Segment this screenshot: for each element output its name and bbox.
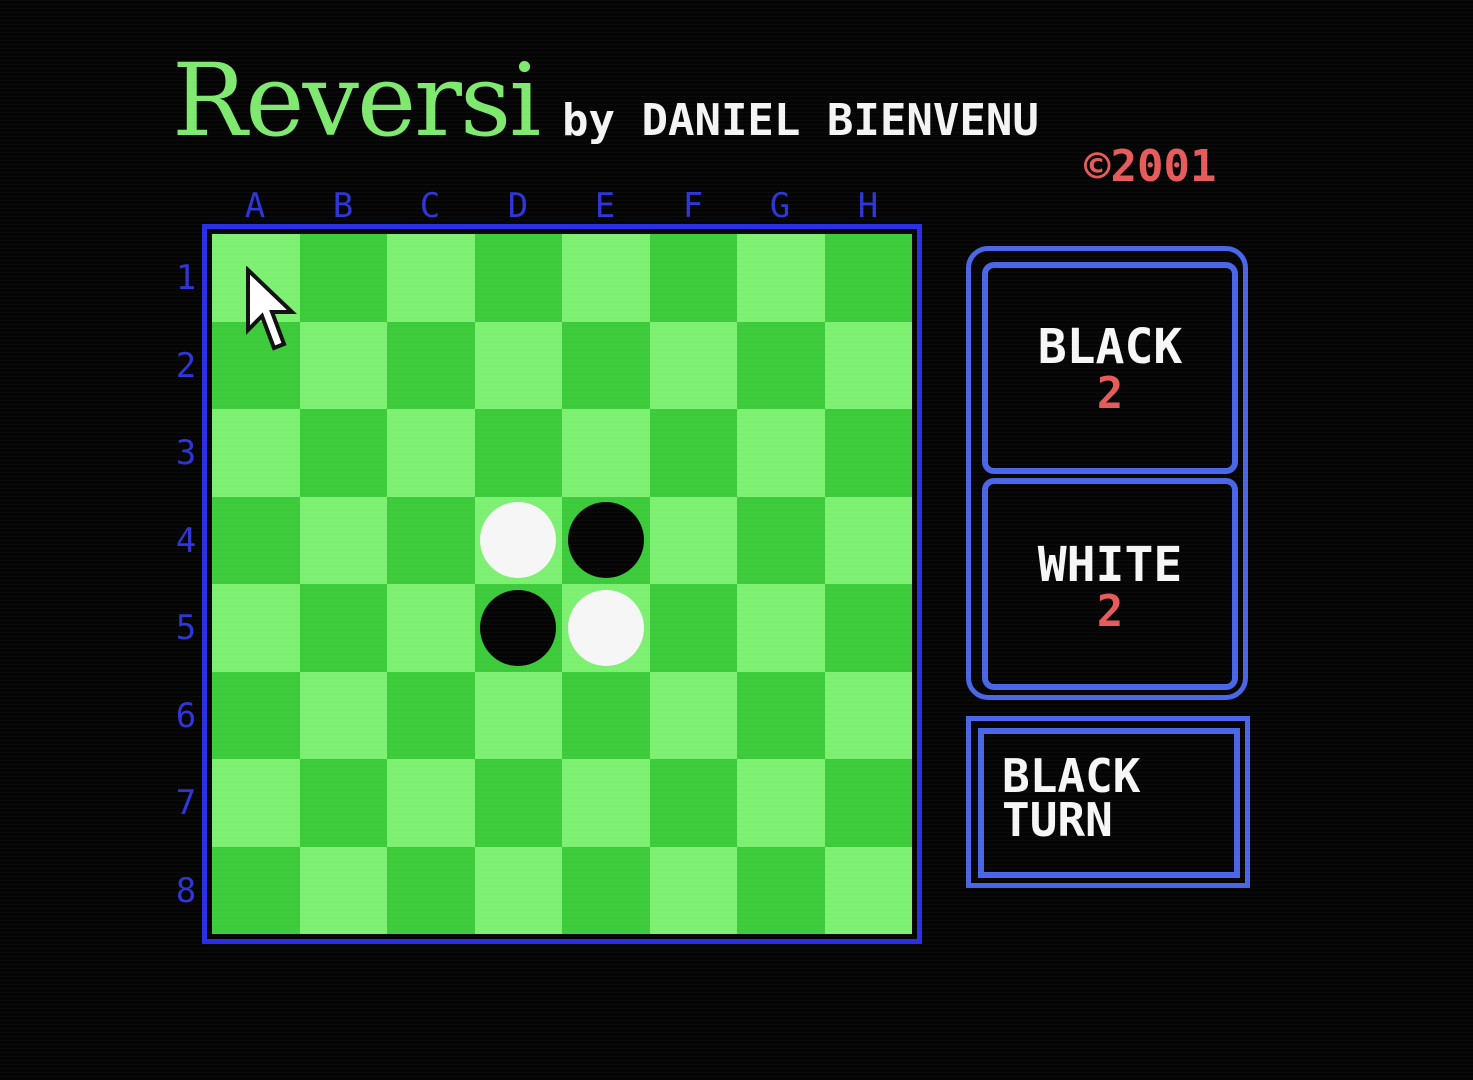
black-score-box: BLACK 2: [982, 262, 1238, 474]
board-square-g3[interactable]: [737, 409, 825, 497]
row-label-2: 2: [175, 346, 197, 386]
board-square-d6[interactable]: [474, 671, 562, 759]
board-square-b2[interactable]: [299, 321, 387, 409]
white-score-value: 2: [1096, 586, 1124, 637]
board-square-c7[interactable]: [387, 759, 475, 847]
board-square-g7[interactable]: [737, 759, 825, 847]
board-square-h2[interactable]: [824, 321, 912, 409]
board-square-g1[interactable]: [737, 234, 825, 322]
turn-indicator: BLACK TURN: [978, 728, 1240, 878]
board-square-c5[interactable]: [387, 584, 475, 672]
row-label-6: 6: [175, 696, 197, 736]
black-score-value: 2: [1096, 368, 1124, 419]
column-label-g: G: [769, 186, 791, 226]
white-disc: [480, 502, 557, 579]
board-square-c4[interactable]: [387, 496, 475, 584]
turn-indicator-text: BLACK TURN: [1002, 749, 1141, 847]
board-square-d2[interactable]: [474, 321, 562, 409]
board-square-f4[interactable]: [649, 496, 737, 584]
white-disc: [567, 589, 644, 666]
board-square-b3[interactable]: [299, 409, 387, 497]
board-square-d8[interactable]: [474, 846, 562, 934]
row-label-5: 5: [175, 608, 197, 648]
white-score-box: WHITE 2: [982, 478, 1238, 690]
board-square-f2[interactable]: [649, 321, 737, 409]
board-square-g5[interactable]: [737, 584, 825, 672]
board-square-f6[interactable]: [649, 671, 737, 759]
board-square-c6[interactable]: [387, 671, 475, 759]
board-square-c8[interactable]: [387, 846, 475, 934]
arrow-cursor-icon: [246, 266, 297, 351]
board-square-h5[interactable]: [824, 584, 912, 672]
board-square-b8[interactable]: [299, 846, 387, 934]
board-square-c3[interactable]: [387, 409, 475, 497]
row-label-3: 3: [175, 433, 197, 473]
copyright-notice: ©2001: [1084, 141, 1217, 192]
column-label-f: F: [682, 186, 704, 226]
board-square-b6[interactable]: [299, 671, 387, 759]
row-label-7: 7: [175, 783, 197, 823]
board-square-h7[interactable]: [824, 759, 912, 847]
board-square-f3[interactable]: [649, 409, 737, 497]
board-square-e8[interactable]: [562, 846, 650, 934]
board-square-e6[interactable]: [562, 671, 650, 759]
board-square-a5[interactable]: [212, 584, 300, 672]
board-square-e3[interactable]: [562, 409, 650, 497]
row-label-1: 1: [175, 258, 197, 298]
board-square-g8[interactable]: [737, 846, 825, 934]
board-square-b7[interactable]: [299, 759, 387, 847]
board-square-h8[interactable]: [824, 846, 912, 934]
board-square-e2[interactable]: [562, 321, 650, 409]
board-square-b4[interactable]: [299, 496, 387, 584]
board-square-d5[interactable]: [474, 584, 562, 672]
board-square-h4[interactable]: [824, 496, 912, 584]
board-square-f8[interactable]: [649, 846, 737, 934]
column-label-a: A: [244, 186, 266, 226]
board-square-e4[interactable]: [562, 496, 650, 584]
column-label-d: D: [507, 186, 529, 226]
board-square-a8[interactable]: [212, 846, 300, 934]
black-score-label: BLACK: [1037, 319, 1183, 375]
board-square-d1[interactable]: [474, 234, 562, 322]
board-square-e7[interactable]: [562, 759, 650, 847]
board-square-e5[interactable]: [562, 584, 650, 672]
board-square-a3[interactable]: [212, 409, 300, 497]
board-square-f7[interactable]: [649, 759, 737, 847]
board-square-a6[interactable]: [212, 671, 300, 759]
board-square-c1[interactable]: [387, 234, 475, 322]
board-square-b5[interactable]: [299, 584, 387, 672]
board-square-g2[interactable]: [737, 321, 825, 409]
game-board[interactable]: [212, 234, 912, 934]
board-square-a4[interactable]: [212, 496, 300, 584]
black-disc: [480, 589, 557, 666]
board-square-a7[interactable]: [212, 759, 300, 847]
column-label-b: B: [332, 186, 354, 226]
board-square-b1[interactable]: [299, 234, 387, 322]
board-square-f5[interactable]: [649, 584, 737, 672]
board-square-d7[interactable]: [474, 759, 562, 847]
column-label-c: C: [419, 186, 441, 226]
game-title: Reversi: [172, 42, 541, 159]
board-square-c2[interactable]: [387, 321, 475, 409]
row-label-4: 4: [175, 521, 197, 561]
white-score-label: WHITE: [1037, 537, 1183, 593]
row-label-8: 8: [175, 871, 197, 911]
board-square-g6[interactable]: [737, 671, 825, 759]
board-square-h1[interactable]: [824, 234, 912, 322]
author-byline: by DANIEL BIENVENU: [562, 95, 1039, 146]
board-square-h3[interactable]: [824, 409, 912, 497]
column-label-e: E: [594, 186, 616, 226]
board-square-d3[interactable]: [474, 409, 562, 497]
board-square-g4[interactable]: [737, 496, 825, 584]
board-square-f1[interactable]: [649, 234, 737, 322]
board-square-h6[interactable]: [824, 671, 912, 759]
black-disc: [567, 502, 644, 579]
column-label-h: H: [857, 186, 879, 226]
board-square-e1[interactable]: [562, 234, 650, 322]
board-square-d4[interactable]: [474, 496, 562, 584]
